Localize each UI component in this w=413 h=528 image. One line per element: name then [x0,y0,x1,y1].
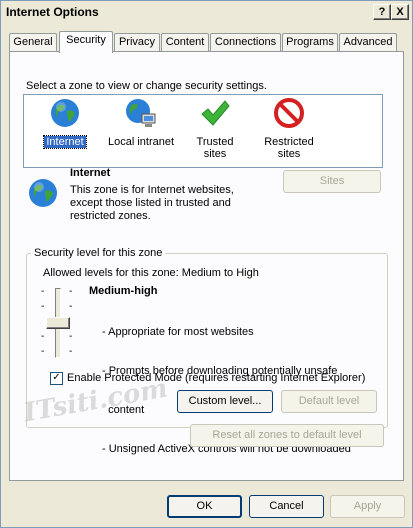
close-button[interactable]: X [391,4,409,20]
zone-trusted-sites[interactable]: Trusted sites [182,97,248,160]
slider-tick: - [41,286,45,297]
allowed-levels-text: Allowed levels for this zone: Medium to … [43,267,259,279]
cancel-button[interactable]: Cancel [249,495,324,518]
apply-button[interactable]: Apply [330,495,405,518]
tab-programs[interactable]: Programs [282,33,338,51]
custom-level-button[interactable]: Custom level... [177,390,273,413]
sites-button[interactable]: Sites [283,170,381,193]
globe-icon [29,179,57,207]
reset-all-zones-button[interactable]: Reset all zones to default level [190,424,384,447]
internet-options-window: Internet Options ? X General Security Pr… [0,0,413,528]
zone-restricted-sites[interactable]: Restricted sites [256,97,322,160]
zone-internet[interactable]: Internet [32,97,98,149]
tab-connections[interactable]: Connections [210,33,281,51]
checkmark-icon [201,100,230,126]
tab-general[interactable]: General [9,33,57,51]
help-button[interactable]: ? [373,4,391,20]
zone-label-line2: sites [277,148,301,160]
slider-tick: - [41,301,45,312]
slider-tick: - [41,346,45,357]
zone-detail-name: Internet [70,167,111,179]
default-level-button[interactable]: Default level [281,390,377,413]
zone-label-line1: Restricted [264,136,314,148]
slider-tick: - [41,331,45,342]
slider-tick: - [69,301,73,312]
intranet-icon [126,99,156,127]
zone-list: Internet Local intranet Trusted sites Re… [23,94,383,168]
ok-button[interactable]: OK [167,495,242,518]
zone-prompt: Select a zone to view or change security… [26,80,267,92]
zone-description-line: restricted zones. [70,210,151,222]
zone-label: Internet [43,135,87,149]
tab-advanced[interactable]: Advanced [339,33,397,51]
zone-label: Restricted sites [262,136,316,160]
zone-label: Trusted sites [196,136,234,160]
zone-description-line: except those listed in trusted and [70,197,231,209]
slider-tick: - [69,346,73,357]
level-bullet: - Appropriate for most websites [102,326,254,338]
zone-description: This zone is for Internet websites, exce… [70,184,234,223]
security-level-group-title: Security level for this zone [31,247,166,259]
security-level-slider-thumb[interactable] [46,317,70,329]
slider-tick: - [69,286,73,297]
globe-icon [51,99,79,127]
protected-mode-checkbox[interactable]: ✓ [50,372,63,385]
tab-security[interactable]: Security [59,31,113,53]
slider-tick: - [69,331,73,342]
zone-label: Local intranet [107,136,175,148]
tab-content[interactable]: Content [161,33,209,51]
zone-local-intranet[interactable]: Local intranet [104,97,178,148]
tab-privacy[interactable]: Privacy [114,33,160,51]
restricted-icon [274,98,304,128]
window-title: Internet Options [6,5,99,19]
zone-description-line: This zone is for Internet websites, [70,184,234,196]
level-name: Medium-high [89,285,158,297]
title-bar: Internet Options ? X [1,1,412,23]
